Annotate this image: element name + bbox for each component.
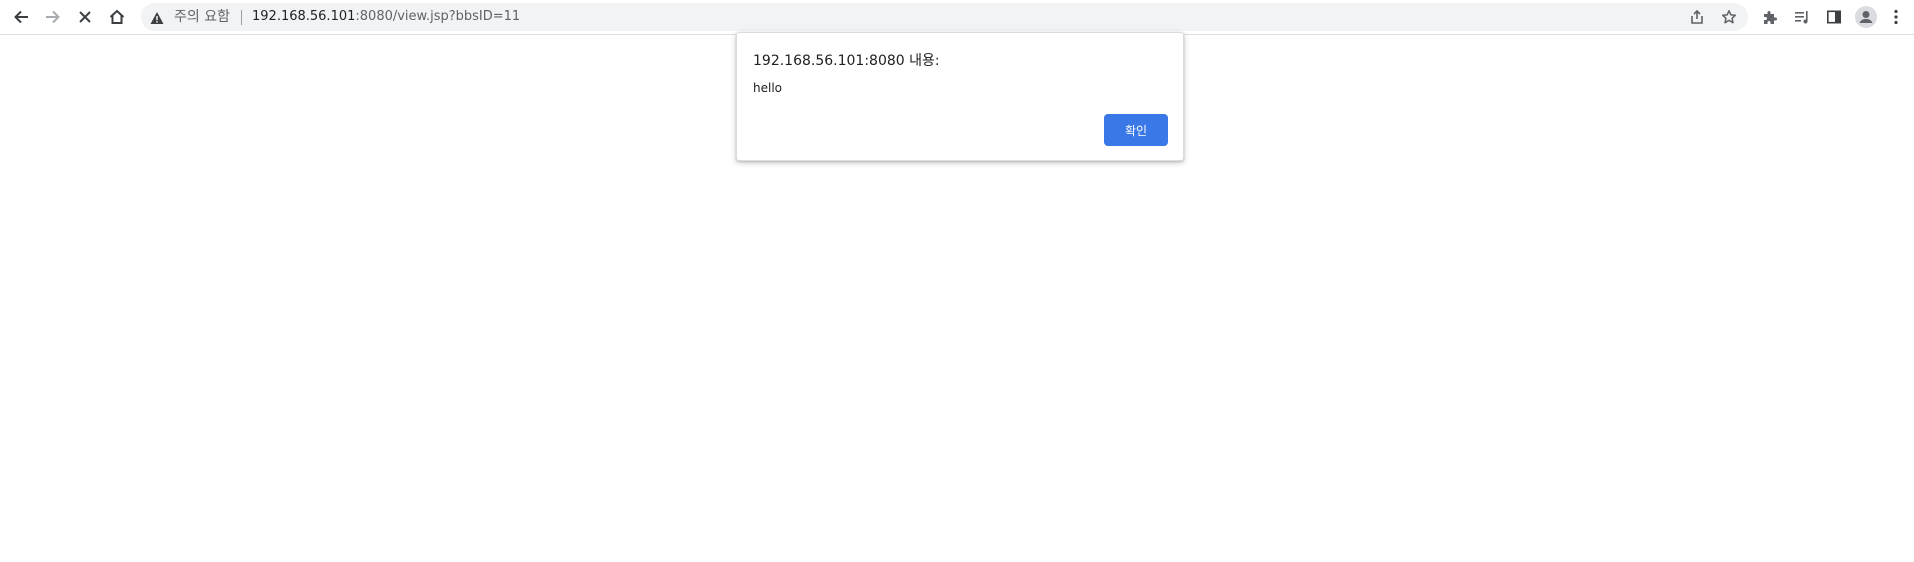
star-icon[interactable]	[1717, 5, 1741, 29]
profile-avatar-icon[interactable]	[1852, 3, 1880, 31]
dialog-title: 192.168.56.101:8080 내용:	[753, 53, 940, 69]
side-panel-icon[interactable]	[1820, 3, 1848, 31]
address-bar[interactable]: 주의 요함 192.168.56.101:8080/view.jsp?bbsID…	[141, 3, 1748, 31]
media-control-icon[interactable]	[1788, 3, 1816, 31]
share-icon[interactable]	[1685, 5, 1709, 29]
stop-loading-icon[interactable]	[71, 3, 99, 31]
ok-button[interactable]: 확인	[1104, 114, 1168, 146]
extensions-puzzle-icon[interactable]	[1756, 3, 1784, 31]
home-icon[interactable]	[103, 3, 131, 31]
security-status-label[interactable]: 주의 요함	[174, 3, 230, 31]
url-text[interactable]: 192.168.56.101:8080/view.jsp?bbsID=11	[252, 3, 520, 31]
url-host: 192.168.56.101	[252, 9, 356, 24]
warning-triangle-icon[interactable]	[150, 10, 164, 24]
address-separator	[241, 10, 242, 25]
url-path: :8080/view.jsp?bbsID=11	[355, 9, 521, 24]
dialog-message: hello	[753, 81, 782, 95]
browser-toolbar: 주의 요함 192.168.56.101:8080/view.jsp?bbsID…	[0, 0, 1914, 35]
menu-kebab-icon[interactable]	[1884, 3, 1908, 31]
forward-arrow-icon[interactable]	[39, 3, 67, 31]
back-arrow-icon[interactable]	[7, 3, 35, 31]
alert-dialog: 192.168.56.101:8080 내용: hello 확인	[736, 32, 1184, 161]
